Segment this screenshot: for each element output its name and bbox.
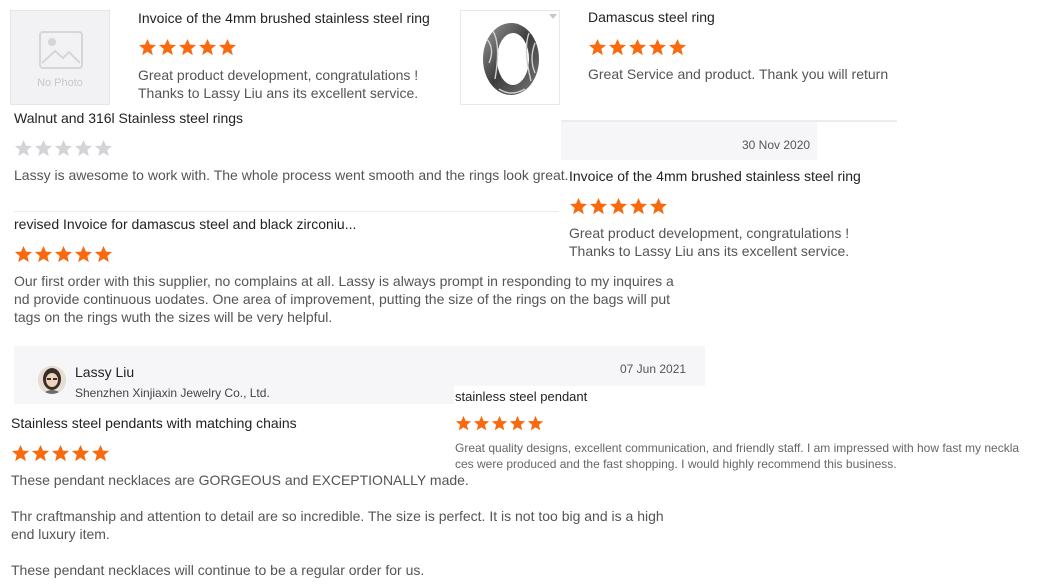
review-text: Great Service and product. Thank you wil…: [588, 66, 889, 82]
star-filled-icon: [629, 197, 648, 215]
star-filled-icon: [178, 38, 197, 56]
star-filled-icon: [509, 415, 526, 431]
star-empty-icon: [54, 139, 73, 157]
rating-stars: [455, 415, 544, 432]
review-date: 07 Jun 2021: [620, 362, 687, 376]
review-text-line: end luxury item.: [11, 526, 110, 542]
star-filled-icon: [588, 38, 607, 56]
star-filled-icon: [31, 444, 50, 462]
review-paragraph: These pendant necklaces will continue to…: [11, 562, 425, 578]
review-text-line: Great quality designs, excellent communi…: [455, 441, 1020, 455]
star-filled-icon: [491, 415, 508, 431]
product-thumbnail-no-photo[interactable]: No Photo: [10, 10, 110, 105]
star-filled-icon: [94, 245, 113, 263]
avatar: [38, 366, 66, 394]
star-filled-icon: [74, 245, 93, 263]
star-empty-icon: [14, 139, 33, 157]
star-filled-icon: [455, 415, 472, 431]
star-filled-icon: [51, 444, 70, 462]
star-filled-icon: [648, 38, 667, 56]
star-filled-icon: [71, 444, 90, 462]
star-filled-icon: [138, 38, 157, 56]
product-thumbnail-damascus-ring[interactable]: [460, 10, 560, 105]
avatar-portrait: [38, 366, 66, 394]
damascus-ring-image: [483, 23, 539, 95]
review-title[interactable]: Invoice of the 4mm brushed stainless ste…: [569, 168, 861, 184]
review-text-line: tags on the rings wuth the sizes will be…: [14, 309, 333, 325]
review-text-line: nd provide continuous uodates. One area …: [14, 291, 671, 307]
review-text-line: Our first order with this supplier, no c…: [14, 273, 674, 289]
star-filled-icon: [628, 38, 647, 56]
review-title[interactable]: Stainless steel pendants with matching c…: [11, 415, 297, 431]
review-title[interactable]: Invoice of the 4mm brushed stainless ste…: [138, 10, 430, 26]
star-filled-icon: [589, 197, 608, 215]
review-text-line: ces were produced and the fast shopping.…: [455, 457, 897, 471]
review-title[interactable]: Walnut and 316l Stainless steel rings: [14, 110, 243, 126]
review-paragraph: These pendant necklaces are GORGEOUS and…: [11, 472, 469, 488]
review-text: Lassy is awesome to work with. The whole…: [14, 167, 569, 183]
star-filled-icon: [91, 444, 110, 462]
rating-stars-empty: [14, 139, 113, 158]
review-date: 30 Nov 2020: [742, 138, 811, 152]
rating-stars: [588, 38, 687, 57]
star-filled-icon: [34, 245, 53, 263]
divider: [14, 211, 559, 212]
star-filled-icon: [11, 444, 30, 462]
review-title[interactable]: revised Invoice for damascus steel and b…: [14, 216, 356, 232]
review-text-line: Great product development, congratulatio…: [138, 67, 419, 83]
rating-stars: [14, 245, 113, 264]
star-empty-icon: [74, 139, 93, 157]
rating-stars: [138, 38, 237, 57]
rating-stars: [11, 444, 110, 463]
supplier-name: Lassy Liu: [75, 364, 135, 380]
review-title[interactable]: Damascus steel ring: [588, 9, 715, 25]
star-filled-icon: [218, 38, 237, 56]
review-title[interactable]: stainless steel pendant: [455, 389, 587, 404]
star-filled-icon: [14, 245, 33, 263]
no-photo-label: No Photo: [37, 77, 83, 89]
image-placeholder-icon: [39, 31, 83, 69]
chevron-down-icon[interactable]: [549, 14, 557, 20]
review-text-line: Thanks to Lassy Liu ans its excellent se…: [138, 85, 419, 101]
review-text-line: Thanks to Lassy Liu ans its excellent se…: [569, 243, 850, 259]
star-filled-icon: [158, 38, 177, 56]
star-filled-icon: [54, 245, 73, 263]
star-filled-icon: [569, 197, 588, 215]
rating-stars: [569, 197, 668, 216]
star-filled-icon: [668, 38, 687, 56]
star-empty-icon: [94, 139, 113, 157]
star-empty-icon: [34, 139, 53, 157]
supplier-company[interactable]: Shenzhen Xinjiaxin Jewelry Co., Ltd.: [75, 386, 270, 400]
review-text-line: Thr craftmanship and attention to detail…: [11, 508, 664, 524]
star-filled-icon: [649, 197, 668, 215]
star-filled-icon: [198, 38, 217, 56]
review-text-line: Great product development, congratulatio…: [569, 225, 850, 241]
star-filled-icon: [473, 415, 490, 431]
star-filled-icon: [608, 38, 627, 56]
star-filled-icon: [609, 197, 628, 215]
divider: [561, 120, 897, 122]
star-filled-icon: [527, 415, 544, 431]
